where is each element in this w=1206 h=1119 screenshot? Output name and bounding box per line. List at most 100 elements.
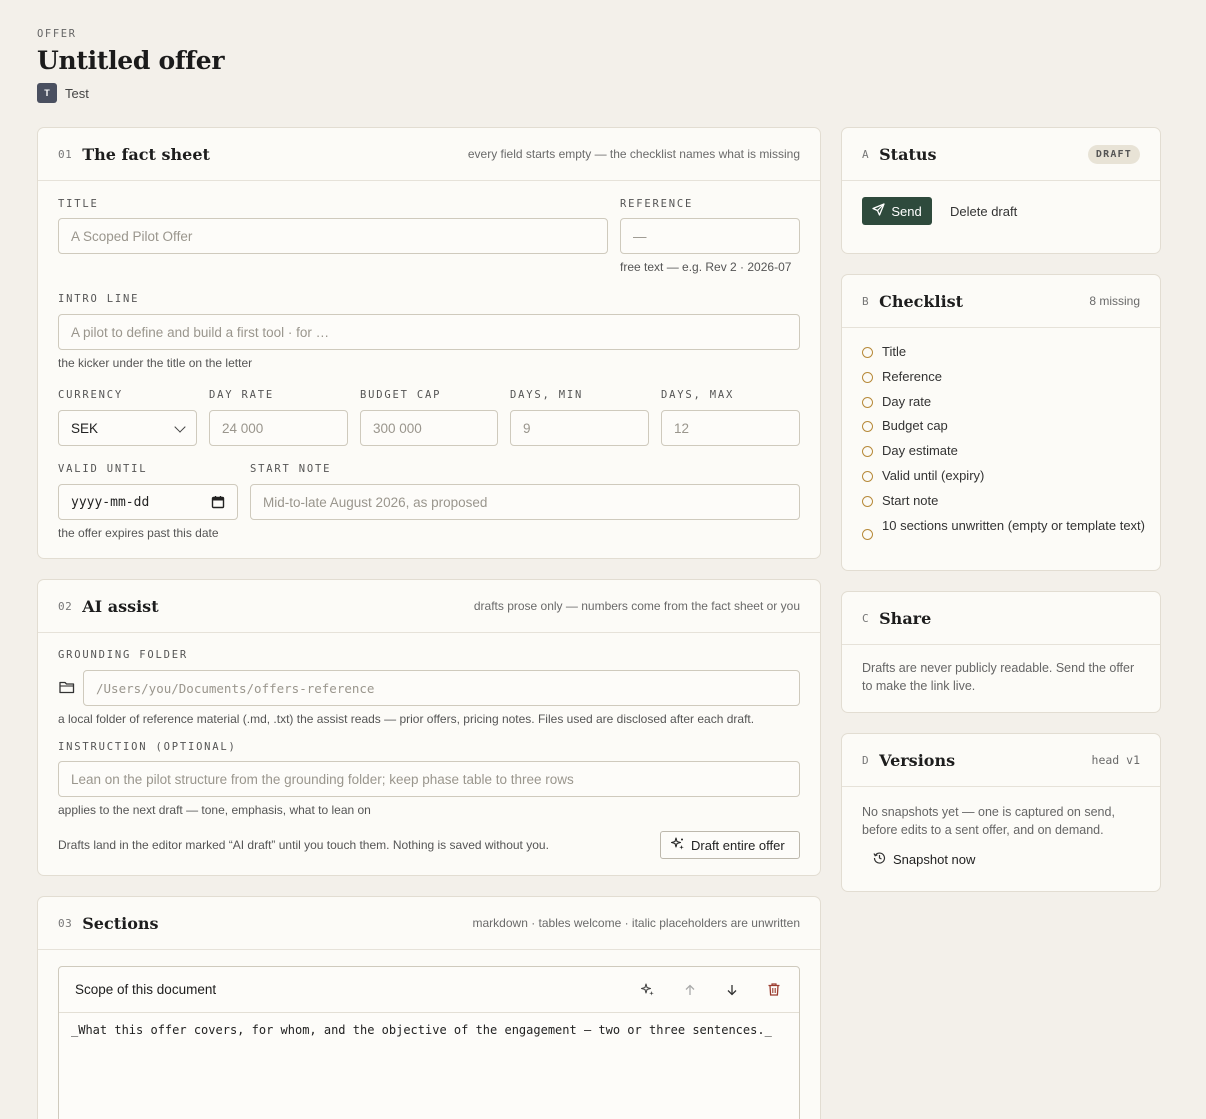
- draft-entire-offer-label: Draft entire offer: [691, 837, 785, 853]
- page-kicker: OFFER: [37, 28, 77, 40]
- currency-select[interactable]: SEK: [58, 410, 197, 446]
- circle-icon: [862, 371, 873, 383]
- client-name: Test: [65, 85, 89, 101]
- checklist-item[interactable]: Title: [862, 343, 1146, 361]
- checklist-item-label: Valid until (expiry): [882, 467, 985, 483]
- history-icon: [873, 851, 886, 867]
- grounding-folder-label: GROUNDING FOLDER: [58, 649, 188, 661]
- intro-input-placeholder: A pilot to define and build a first tool…: [71, 324, 330, 340]
- trash-icon[interactable]: [765, 981, 783, 999]
- folder-icon[interactable]: [59, 680, 75, 694]
- move-down-icon[interactable]: [723, 981, 741, 999]
- currency-label: CURRENCY: [58, 389, 123, 401]
- start-note-placeholder: Mid-to-late August 2026, as proposed: [263, 494, 488, 510]
- title-input-placeholder: A Scoped Pilot Offer: [71, 228, 193, 244]
- reference-input[interactable]: —: [620, 218, 800, 254]
- days-max-label: DAYS, MAX: [661, 389, 735, 401]
- circle-icon: [862, 446, 873, 458]
- instruction-hint: applies to the next draft — tone, emphas…: [58, 803, 371, 817]
- sections-card: 03 Sections markdown · tables welcome · …: [37, 896, 821, 1119]
- checklist-item-label: Day estimate: [882, 443, 958, 459]
- card-title: Versions: [879, 750, 956, 770]
- checklist-card: B Checklist 8 missing Title Reference Da…: [841, 274, 1161, 571]
- avatar: T: [37, 83, 57, 103]
- days-min-placeholder: 9: [523, 420, 531, 436]
- card-letter: B: [862, 294, 870, 308]
- checklist-item[interactable]: Reference: [862, 368, 1146, 386]
- draft-entire-offer-button[interactable]: Draft entire offer: [660, 831, 800, 859]
- snapshot-now-label: Snapshot now: [893, 851, 976, 867]
- checklist-item[interactable]: Day estimate: [862, 442, 1146, 460]
- chevron-down-icon: [174, 421, 186, 433]
- sections-header: 03 Sections markdown · tables welcome · …: [38, 897, 820, 950]
- checklist-item-label: Budget cap: [882, 418, 948, 434]
- card-title: Share: [879, 608, 932, 628]
- checklist-item[interactable]: Valid until (expiry): [862, 467, 1146, 485]
- versions-text: No snapshots yet — one is captured on se…: [862, 805, 1115, 837]
- move-up-icon[interactable]: [681, 981, 699, 999]
- card-title: Checklist: [879, 291, 964, 311]
- reference-label: REFERENCE: [620, 198, 694, 210]
- send-button[interactable]: Send: [862, 197, 932, 225]
- checklist-item[interactable]: Budget cap: [862, 417, 1146, 435]
- section-editor: Scope of this document _What this offer …: [58, 966, 800, 1119]
- calendar-icon[interactable]: [211, 495, 225, 509]
- checklist-item-label: 10 sections unwritten (empty or template…: [882, 517, 1146, 533]
- checklist-item[interactable]: Day rate: [862, 393, 1146, 411]
- snapshot-now-button[interactable]: Snapshot now: [873, 851, 975, 867]
- sparkles-icon: [670, 836, 685, 854]
- day-rate-input[interactable]: 24 000: [209, 410, 348, 446]
- circle-icon: [862, 421, 873, 433]
- start-note-label: START NOTE: [250, 463, 332, 475]
- head-version: head v1: [1091, 753, 1140, 767]
- card-number: 03: [58, 916, 73, 930]
- share-header: C Share: [842, 592, 1160, 645]
- days-max-input[interactable]: 12: [661, 410, 800, 446]
- card-title: Sections: [82, 913, 159, 933]
- days-max-placeholder: 12: [674, 420, 690, 436]
- ai-assist-card: 02 AI assist drafts prose only — numbers…: [37, 579, 821, 876]
- section-header: Scope of this document: [59, 967, 799, 1013]
- budget-cap-input[interactable]: 300 000: [360, 410, 498, 446]
- valid-until-input[interactable]: yyyy-mm-dd: [58, 484, 238, 520]
- title-input[interactable]: A Scoped Pilot Offer: [58, 218, 608, 254]
- day-rate-label: DAY RATE: [209, 389, 274, 401]
- card-letter: A: [862, 147, 870, 161]
- start-note-input[interactable]: Mid-to-late August 2026, as proposed: [250, 484, 800, 520]
- grounding-folder-hint: a local folder of reference material (.m…: [58, 712, 755, 726]
- checklist-item-label: Day rate: [882, 393, 932, 409]
- checklist-item-label: Title: [882, 344, 907, 359]
- section-heading[interactable]: Scope of this document: [75, 982, 216, 997]
- status-card: A Status DRAFT Send Delete draft: [841, 127, 1161, 254]
- ai-draft-footer-text: Drafts land in the editor marked “AI dra…: [58, 838, 549, 852]
- title-label: TITLE: [58, 198, 99, 210]
- ai-draft-section-icon[interactable]: [639, 981, 657, 999]
- reference-hint: free text — e.g. Rev 2 · 2026-07: [620, 260, 792, 274]
- section-toolbar: [639, 981, 783, 999]
- card-title: Status: [879, 144, 937, 164]
- circle-icon: [862, 396, 873, 408]
- day-rate-placeholder: 24 000: [222, 420, 264, 436]
- delete-draft-button[interactable]: Delete draft: [950, 197, 1017, 225]
- days-min-input[interactable]: 9: [510, 410, 649, 446]
- budget-cap-placeholder: 300 000: [373, 420, 422, 436]
- status-header: A Status DRAFT: [842, 128, 1160, 181]
- reference-input-placeholder: —: [633, 228, 647, 244]
- intro-label: INTRO LINE: [58, 293, 140, 305]
- card-number: 01: [58, 147, 73, 161]
- versions-header: D Versions head v1: [842, 734, 1160, 787]
- card-note: drafts prose only — numbers come from th…: [473, 599, 800, 613]
- versions-card: D Versions head v1 No snapshots yet — on…: [841, 733, 1161, 892]
- card-number: 02: [58, 599, 73, 613]
- missing-count: 8 missing: [1089, 294, 1140, 308]
- section-textarea[interactable]: _What this offer covers, for whom, and t…: [59, 1013, 799, 1047]
- grounding-folder-placeholder: /Users/you/Documents/offers-reference: [96, 680, 375, 696]
- intro-input[interactable]: A pilot to define and build a first tool…: [58, 314, 800, 350]
- checklist-item[interactable]: 10 sections unwritten (empty or template…: [862, 517, 1146, 540]
- instruction-input[interactable]: Lean on the pilot structure from the gro…: [58, 761, 800, 797]
- share-text: Drafts are never publicly readable. Send…: [862, 661, 1135, 693]
- page-title: Untitled offer: [37, 46, 225, 75]
- grounding-folder-input[interactable]: /Users/you/Documents/offers-reference: [83, 670, 800, 706]
- ai-assist-header: 02 AI assist drafts prose only — numbers…: [38, 580, 820, 633]
- checklist-item[interactable]: Start note: [862, 492, 1146, 510]
